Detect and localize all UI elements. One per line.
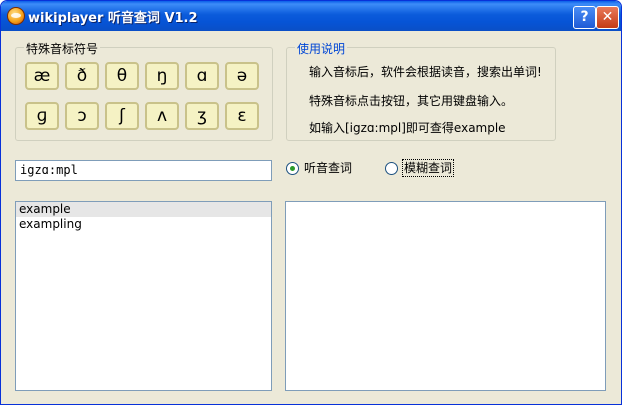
list-item[interactable]: exampling bbox=[16, 217, 271, 232]
symbol-button-wedge[interactable]: ʌ bbox=[145, 102, 179, 130]
phonetic-search-input[interactable]: igzɑ:mpl bbox=[15, 160, 272, 181]
results-list[interactable]: example exampling bbox=[15, 201, 272, 391]
symbol-button-theta[interactable]: θ bbox=[105, 62, 139, 90]
symbol-button-ezh[interactable]: ʒ bbox=[185, 102, 219, 130]
symbol-button-eth[interactable]: ð bbox=[65, 62, 99, 90]
symbol-button-g[interactable]: ɡ bbox=[25, 102, 59, 130]
symbol-button-open-o[interactable]: ɔ bbox=[65, 102, 99, 130]
radio-button-checked[interactable] bbox=[286, 162, 299, 175]
usage-instructions-group: 使用说明 输入音标后，软件会根据读音，搜索出单词! 特殊音标点击按钮，其它用键盘… bbox=[286, 40, 556, 141]
radio-button-unchecked[interactable] bbox=[385, 162, 398, 175]
window-title: wikiplayer 听音查词 V1.2 bbox=[28, 11, 198, 26]
app-icon[interactable] bbox=[7, 7, 25, 25]
symbol-button-schwa[interactable]: ə bbox=[225, 62, 259, 90]
usage-line: 输入音标后，软件会根据读音，搜索出单词! bbox=[309, 65, 542, 79]
list-item[interactable]: example bbox=[16, 202, 271, 217]
close-button[interactable]: ✕ bbox=[596, 6, 619, 29]
title-bar[interactable]: wikiplayer 听音查词 V1.2 ? ✕ bbox=[1, 1, 621, 31]
usage-line: 特殊音标点击按钮，其它用键盘输入。 bbox=[309, 94, 514, 108]
special-symbols-group: 特殊音标符号 æ ð θ ŋ ɑ ə ɡ ɔ ʃ ʌ ʒ ɛ bbox=[15, 40, 273, 141]
symbol-button-eng[interactable]: ŋ bbox=[145, 62, 179, 90]
symbol-button-alpha[interactable]: ɑ bbox=[185, 62, 219, 90]
symbol-button-ae[interactable]: æ bbox=[25, 62, 59, 90]
symbol-button-esh[interactable]: ʃ bbox=[105, 102, 139, 130]
radio-listen-label: 听音查词 bbox=[304, 161, 353, 175]
help-button[interactable]: ? bbox=[573, 6, 596, 29]
usage-line: 如输入[igzɑ:mpl]即可查得example bbox=[309, 121, 506, 135]
symbol-button-open-e[interactable]: ɛ bbox=[225, 102, 259, 130]
app-window: wikiplayer 听音查词 V1.2 ? ✕ 特殊音标符号 æ ð θ ŋ … bbox=[0, 0, 622, 405]
usage-instructions-legend: 使用说明 bbox=[295, 40, 348, 57]
radio-fuzzy-label: 模糊查词 bbox=[402, 159, 455, 177]
word-detail-pane[interactable] bbox=[285, 201, 606, 391]
special-symbols-legend: 特殊音标符号 bbox=[24, 40, 101, 57]
